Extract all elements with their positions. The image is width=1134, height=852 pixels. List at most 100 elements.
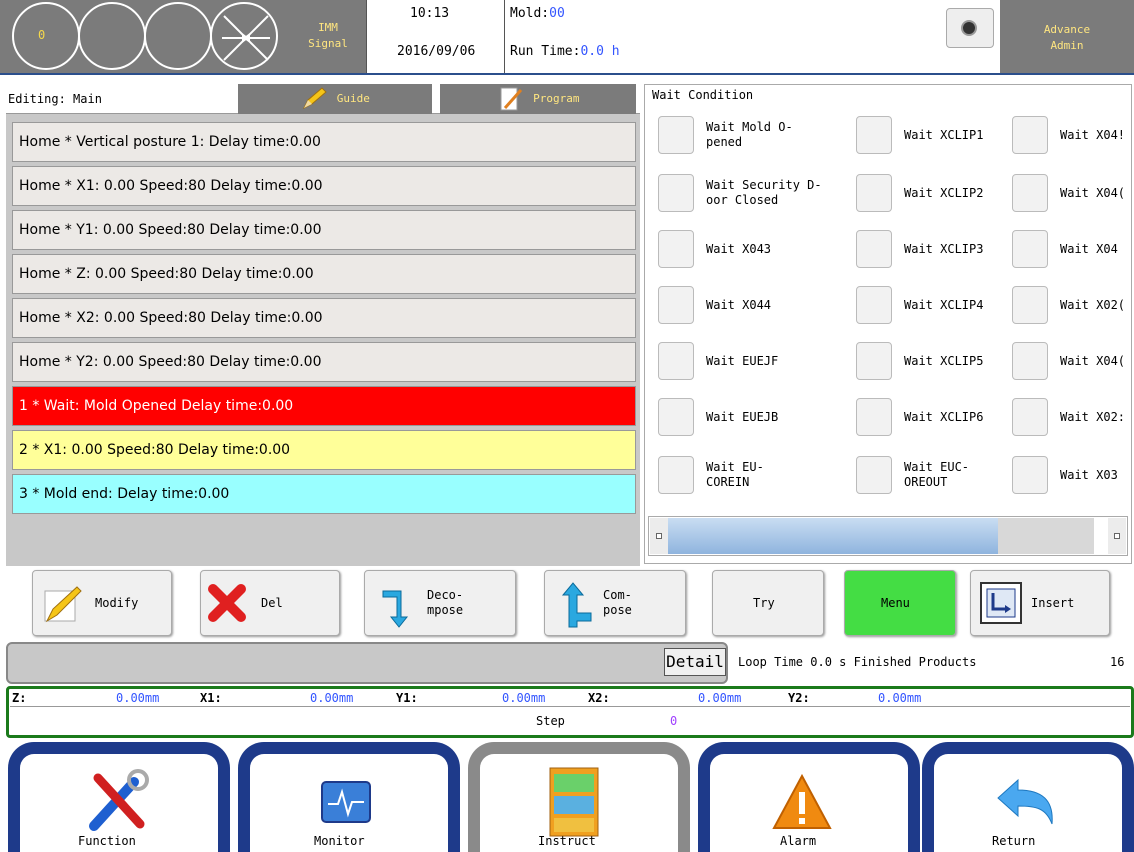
mold-info: Mold:00 [510, 6, 565, 21]
nav-monitor[interactable]: Monitor [238, 742, 460, 852]
wait-checkbox[interactable] [658, 230, 694, 268]
wait-condition-label: Wait Mold O- pened [706, 120, 793, 149]
delete-label: Del [261, 596, 283, 610]
tab-program-label: Program [533, 92, 580, 105]
wait-checkbox[interactable] [1012, 174, 1048, 212]
wait-checkbox[interactable] [856, 116, 892, 154]
signal-label: Signal [308, 37, 348, 50]
program-row[interactable]: Home * Vertical posture 1: Delay time:0.… [12, 122, 636, 162]
wait-checkbox[interactable] [1012, 116, 1048, 154]
wait-checkbox[interactable] [1012, 230, 1048, 268]
decompose-button[interactable]: Deco- mpose [364, 570, 516, 636]
nav-instruct[interactable]: Instruct [468, 742, 690, 852]
scrollbar-thumb[interactable] [668, 518, 998, 554]
modify-label: Modify [95, 596, 139, 610]
y1-axis-value: 0.00mm [502, 691, 546, 705]
nav-return[interactable]: Return [922, 742, 1134, 852]
program-row[interactable]: Home * Y2: 0.00 Speed:80 Delay time:0.00 [12, 342, 636, 382]
wait-checkbox[interactable] [658, 174, 694, 212]
tab-program[interactable]: Program [440, 84, 636, 114]
wait-checkbox[interactable] [856, 174, 892, 212]
scrollbar-track [998, 518, 1094, 554]
crossed-arrows-icon [222, 15, 270, 61]
wait-checkbox[interactable] [1012, 286, 1048, 324]
y1-axis-label: Y1: [396, 691, 418, 705]
wait-checkbox[interactable] [658, 342, 694, 380]
menu-button[interactable]: Menu [844, 570, 956, 636]
detail-button[interactable]: Detail [664, 648, 726, 676]
program-row[interactable]: Home * Y1: 0.00 Speed:80 Delay time:0.00 [12, 210, 636, 250]
counter-value: 0 [38, 28, 46, 42]
x1-axis-value: 0.00mm [310, 691, 354, 705]
wait-checkbox[interactable] [1012, 398, 1048, 436]
mold-value: 00 [549, 6, 565, 21]
wait-condition-label: Wait EU- COREIN [706, 460, 764, 489]
imm-signal-label: IMM Signal [302, 20, 354, 52]
program-row[interactable]: Home * Z: 0.00 Speed:80 Delay time:0.00 [12, 254, 636, 294]
x2-axis-label: X2: [588, 691, 610, 705]
wait-checkbox[interactable] [658, 398, 694, 436]
menu-label: Menu [881, 596, 910, 610]
file-cabinet-icon [549, 767, 599, 837]
wait-condition-label: Wait XCLIP3 [904, 242, 984, 256]
y2-axis-label: Y2: [788, 691, 810, 705]
wait-checkbox[interactable] [856, 342, 892, 380]
insert-label: Insert [1031, 596, 1075, 610]
wait-condition-label: Wait X04 [1060, 242, 1118, 256]
step-value: 0 [670, 714, 678, 728]
wait-condition-label: Wait X04( [1060, 186, 1126, 200]
wait-checkbox[interactable] [658, 116, 694, 154]
x2-axis-value: 0.00mm [698, 691, 742, 705]
tab-guide[interactable]: Guide [238, 84, 432, 114]
wait-condition-label: Wait X043 [706, 242, 772, 256]
program-row[interactable]: 2 * X1: 0.00 Speed:80 Delay time:0.00 [12, 430, 636, 470]
run-time-info: Run Time:0.0 h [510, 44, 620, 59]
wait-condition-label: Wait XCLIP2 [904, 186, 984, 200]
edit-icon [44, 586, 82, 623]
compose-button[interactable]: Com- pose [544, 570, 686, 636]
modify-button[interactable]: Modify [32, 570, 172, 636]
wrench-screwdriver-icon [89, 769, 149, 831]
wait-condition-label: Wait XCLIP1 [904, 128, 984, 142]
program-row-text: Home * Vertical posture 1: Delay time:0.… [19, 134, 321, 150]
scroll-left-button[interactable] [650, 518, 668, 554]
program-row-text: 2 * X1: 0.00 Speed:80 Delay time:0.00 [19, 442, 291, 458]
nav-return-label: Return [992, 834, 1036, 848]
wait-checkbox[interactable] [856, 398, 892, 436]
wait-condition-title: Wait Condition [652, 88, 754, 102]
user-login-button[interactable]: Advance Admin [1000, 0, 1134, 73]
wait-checkbox[interactable] [1012, 456, 1048, 494]
user-role: Advance [1043, 23, 1091, 36]
wait-condition-label: Wait EUC- OREOUT [904, 460, 970, 489]
axes-row: Z: 0.00mm X1: 0.00mm Y1: 0.00mm X2: 0.00… [10, 689, 1130, 707]
program-row[interactable]: Home * X1: 0.00 Speed:80 Delay time:0.00 [12, 166, 636, 206]
wait-checkbox[interactable] [1012, 342, 1048, 380]
nav-alarm-label: Alarm [780, 834, 817, 848]
wait-checkbox[interactable] [658, 286, 694, 324]
compose-label: Com- pose [603, 588, 632, 617]
insert-button[interactable]: Insert [970, 570, 1110, 636]
delete-button[interactable]: Del [200, 570, 340, 636]
warning-icon [772, 773, 832, 829]
finished-products-count: 16 [1110, 655, 1125, 669]
nav-function[interactable]: Function [8, 742, 230, 852]
wait-condition-label: Wait XCLIP5 [904, 354, 984, 368]
editing-label: Editing: Main [8, 92, 102, 106]
wait-checkbox[interactable] [856, 286, 892, 324]
monitor-icon [321, 781, 371, 823]
z-axis-value: 0.00mm [116, 691, 160, 705]
return-arrow-icon [997, 778, 1053, 825]
wait-condition-label: Wait X02( [1060, 298, 1126, 312]
wait-checkbox[interactable] [658, 456, 694, 494]
nav-alarm[interactable]: Alarm [698, 742, 920, 852]
camera-icon [961, 20, 977, 36]
program-row[interactable]: Home * X2: 0.00 Speed:80 Delay time:0.00 [12, 298, 636, 338]
wait-checkbox[interactable] [856, 230, 892, 268]
y2-axis-value: 0.00mm [878, 691, 922, 705]
program-row[interactable]: 3 * Mold end: Delay time:0.00 [12, 474, 636, 514]
program-row-selected[interactable]: 1 * Wait: Mold Opened Delay time:0.00 [12, 386, 636, 426]
wait-checkbox[interactable] [856, 456, 892, 494]
try-button[interactable]: Try [712, 570, 824, 636]
divider [366, 0, 367, 73]
scroll-right-button[interactable] [1108, 518, 1126, 554]
